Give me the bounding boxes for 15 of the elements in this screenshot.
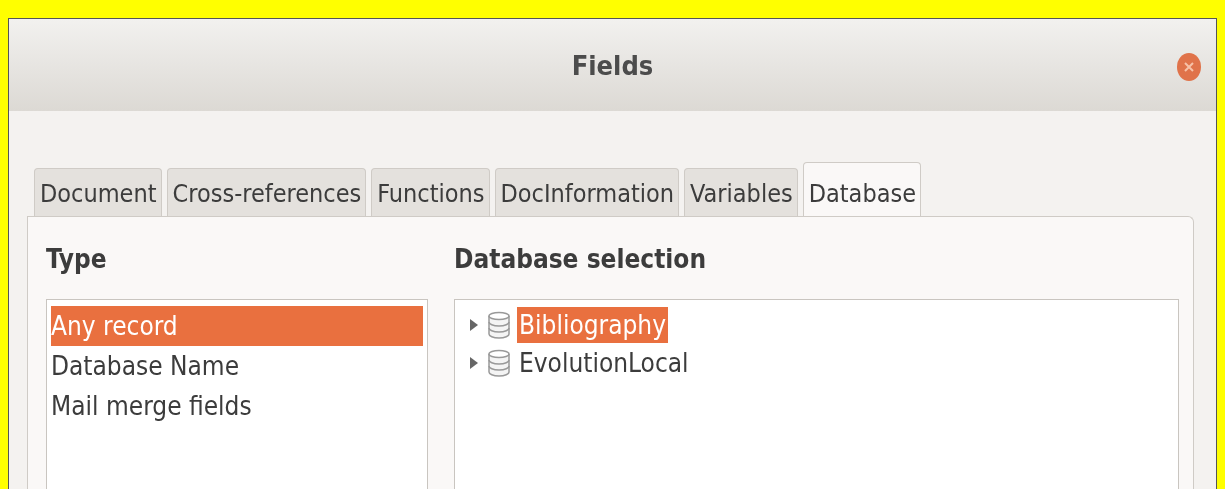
- database-icon: [487, 349, 511, 377]
- tab[interactable]: Document: [34, 168, 162, 216]
- database-selection-heading: Database selection: [454, 243, 708, 276]
- tab[interactable]: DocInformation: [494, 168, 680, 216]
- tab[interactable]: Functions: [371, 168, 490, 216]
- window-title: Fields: [571, 49, 654, 81]
- tree-item[interactable]: EvolutionLocal: [517, 345, 691, 381]
- close-icon[interactable]: [1176, 52, 1202, 82]
- database-icon: [487, 311, 511, 339]
- tab[interactable]: Database: [802, 162, 922, 216]
- list-item[interactable]: Mail merge fields: [51, 386, 423, 426]
- tab[interactable]: Variables: [684, 168, 798, 216]
- type-heading: Type: [46, 243, 108, 276]
- list-item[interactable]: Database Name: [51, 346, 423, 386]
- tab[interactable]: Cross-references: [166, 168, 367, 216]
